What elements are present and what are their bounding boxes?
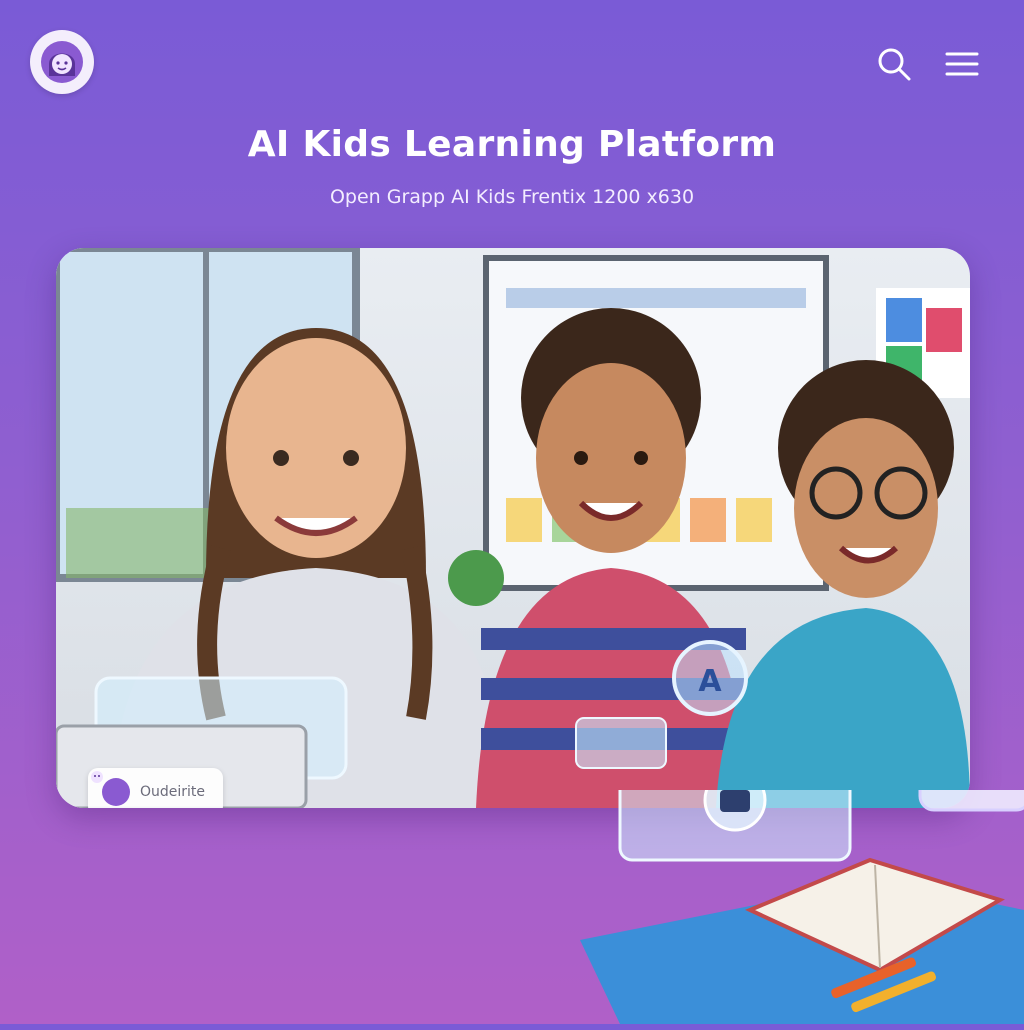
hamburger-menu-icon: [945, 52, 979, 76]
menu-button[interactable]: [942, 44, 982, 84]
search-button[interactable]: [874, 44, 914, 84]
page-title: AI Kids Learning Platform: [247, 124, 777, 165]
search-icon: [878, 48, 911, 81]
kid-face-icon: [41, 41, 83, 83]
page-subtitle: Open Grapp AI Kids Frentix 1200 x630: [329, 186, 695, 208]
hero-image: A Oudeirite: [56, 248, 970, 808]
app-logo[interactable]: [30, 30, 94, 94]
kid-avatar-icon: [91, 771, 130, 806]
hero-chip[interactable]: Oudeirite: [88, 768, 224, 808]
svg-text:A: A: [698, 664, 722, 699]
hero-chip-label: Oudeirite: [140, 784, 206, 800]
desk-illustration: [580, 618, 1024, 1030]
classroom-illustration: A: [56, 248, 970, 808]
